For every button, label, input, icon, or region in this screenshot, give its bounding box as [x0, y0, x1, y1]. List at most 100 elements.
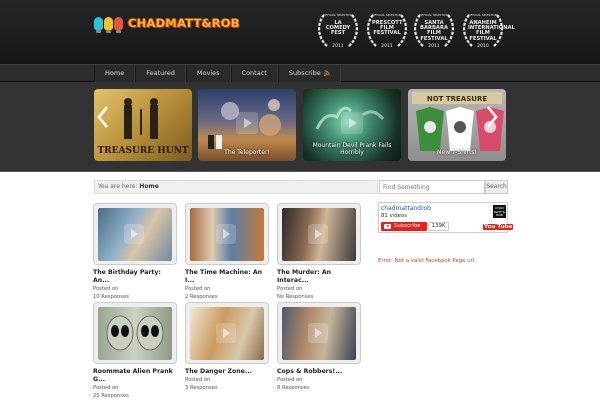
post-responses[interactable]: 10 Responses: [93, 293, 177, 301]
youtube-logo-you: You: [483, 224, 497, 230]
laurel-name: ANAHEIM INTERNATIONAL FILM FESTIVAL: [468, 20, 515, 42]
logo-text: CHADMATT&ROB: [128, 16, 240, 30]
laurel-name: SANTA BARBARA FILM FESTIVAL: [420, 20, 448, 42]
post-thumbnail[interactable]: [185, 302, 269, 364]
carousel-next-arrow-icon[interactable]: [485, 105, 499, 129]
post-image: [190, 307, 264, 360]
nav-item-home[interactable]: Home: [94, 65, 136, 82]
youtube-subscribe-widget: chadmattandrob 81 videos Subscribe 139K …: [378, 202, 514, 233]
play-icon: [216, 224, 236, 244]
breadcrumb-prefix: You are here:: [98, 183, 138, 190]
laurel-selection: OFFICIAL SELECTION: [323, 13, 353, 17]
lightbulb-icon: [104, 16, 113, 33]
site-logo[interactable]: CHADMATT&ROB: [94, 14, 240, 33]
laurel-name: LA COMEDY FEST: [325, 20, 351, 37]
post-responses[interactable]: 8 Responses: [277, 384, 361, 392]
post-card[interactable]: The Birthday Party: An... Posted on 10 R…: [93, 203, 177, 301]
laurel-name: PRESCOTT FILM FESTIVAL: [372, 20, 403, 37]
play-icon: [236, 112, 258, 134]
lightbulb-icon: [114, 16, 123, 33]
laurel-award: OFFICIAL SELECTION PRESCOTT FILM FESTIVA…: [364, 11, 410, 51]
play-icon: [124, 224, 144, 244]
post-thumbnail[interactable]: [277, 203, 361, 265]
post-title[interactable]: Cops & Robbers!...: [277, 368, 361, 376]
post-responses[interactable]: No Responses: [277, 293, 361, 301]
nav-item-label: Contact: [241, 69, 267, 77]
post-title[interactable]: The Danger Zone...: [185, 368, 269, 376]
nav-item-label: Movies: [196, 69, 220, 77]
breadcrumb: You are here: Home: [94, 180, 378, 194]
slide-art-text: TREASURE HUNT: [97, 146, 188, 156]
laurel-selection: OFFICIAL SELECTION: [468, 13, 498, 17]
post-title[interactable]: The Birthday Party: An...: [93, 269, 177, 285]
post-responses[interactable]: 2 Responses: [185, 293, 269, 301]
nav-item-label: Subscribe: [288, 69, 321, 77]
post-image: [98, 208, 172, 261]
nav-item-contact[interactable]: Contact: [230, 65, 278, 82]
post-title[interactable]: The Murder: An Interac...: [277, 269, 361, 285]
youtube-channel-link[interactable]: chadmattandrob: [381, 205, 431, 212]
post-date: Posted on: [185, 286, 211, 292]
facebook-error-message: Error: Not a valid Facebook Page url.: [378, 258, 477, 264]
youtube-logo[interactable]: You Tube: [483, 223, 514, 232]
featured-carousel: TREASURE HUNT The Teleporter! Mountain D…: [0, 82, 600, 172]
post-thumbnail[interactable]: [277, 302, 361, 364]
laurel-award: OFFICIAL SELECTION SANTA BARBARA FILM FE…: [411, 11, 457, 51]
nav-item-movies[interactable]: Movies: [185, 65, 231, 82]
post-card[interactable]: The Murder: An Interac... Posted on No R…: [277, 203, 361, 301]
site-header: CHADMATT&ROB OFFICIAL SELECTION LA COMED…: [0, 0, 600, 64]
laurel-year: 2011: [428, 44, 440, 50]
rss-icon: [323, 70, 330, 76]
laurel-selection: OFFICIAL SELECTION: [372, 13, 402, 17]
post-date: Posted on: [277, 377, 303, 383]
search-button[interactable]: Search: [485, 180, 508, 194]
post-image: [190, 208, 264, 261]
post-responses[interactable]: 3 Responses: [185, 384, 269, 392]
post-image: [282, 307, 356, 360]
post-date: Posted on: [93, 385, 119, 391]
laurel-selection: OFFICIAL SELECTION: [419, 13, 449, 17]
post-card[interactable]: The Time Machine: An I... Posted on 2 Re…: [185, 203, 269, 301]
breadcrumb-current[interactable]: Home: [139, 183, 158, 190]
lightbulb-icon: [94, 16, 103, 33]
post-thumbnail[interactable]: [93, 203, 177, 265]
alien-art: [106, 315, 164, 351]
play-icon: [341, 112, 363, 134]
slide-caption: The Teleporter!: [224, 149, 270, 156]
post-date: Posted on: [185, 377, 211, 383]
slide-caption: Mountain Devil Prank Fails Horribly: [312, 142, 392, 156]
youtube-subscriber-count: 139K: [428, 222, 449, 231]
post-card[interactable]: Cops & Robbers!... Posted on 8 Responses: [277, 302, 361, 392]
laurel-year: 2011: [381, 44, 393, 50]
youtube-video-count: 81 videos: [381, 213, 408, 219]
play-icon: [308, 323, 328, 343]
carousel-prev-arrow-icon[interactable]: [96, 105, 110, 129]
nav-item-featured[interactable]: Featured: [135, 65, 186, 82]
featured-slide[interactable]: Mountain Devil Prank Fails Horribly: [303, 89, 401, 161]
play-icon: [308, 224, 328, 244]
slide-art-text: NOT TREASURE: [427, 95, 488, 103]
post-title[interactable]: Roommate Alien Prank G...: [93, 368, 177, 384]
laurel-year: 2010: [477, 44, 489, 50]
main-nav: Home Featured Movies Contact Subscribe: [0, 64, 600, 82]
post-thumbnail[interactable]: [93, 302, 177, 364]
laurel-award: OFFICIAL SELECTION ANAHEIM INTERNATIONAL…: [460, 11, 515, 51]
youtube-logo-tube: Tube: [496, 224, 514, 230]
featured-slide[interactable]: The Teleporter!: [198, 89, 296, 161]
post-responses[interactable]: 25 Responses: [93, 392, 177, 400]
youtube-play-icon: [384, 224, 391, 229]
youtube-subscribe-button[interactable]: Subscribe: [381, 222, 427, 231]
subscribe-label: Subscribe: [394, 223, 421, 229]
laurel-award: OFFICIAL SELECTION LA COMEDY FEST 2011: [315, 11, 361, 51]
post-card[interactable]: The Danger Zone... Posted on 3 Responses: [185, 302, 269, 392]
nav-item-subscribe[interactable]: Subscribe: [277, 65, 341, 82]
search-input[interactable]: [379, 180, 485, 194]
post-image: [282, 208, 356, 261]
post-title[interactable]: The Time Machine: An I...: [185, 269, 269, 285]
slide-caption: New T-Shirts!: [437, 149, 477, 156]
youtube-channel-avatar[interactable]: CHAD MATT & ROB: [493, 205, 506, 218]
post-card[interactable]: Roommate Alien Prank G... Posted on 25 R…: [93, 302, 177, 400]
nav-item-label: Featured: [146, 69, 175, 77]
post-thumbnail[interactable]: [185, 203, 269, 265]
post-date: Posted on: [93, 286, 119, 292]
